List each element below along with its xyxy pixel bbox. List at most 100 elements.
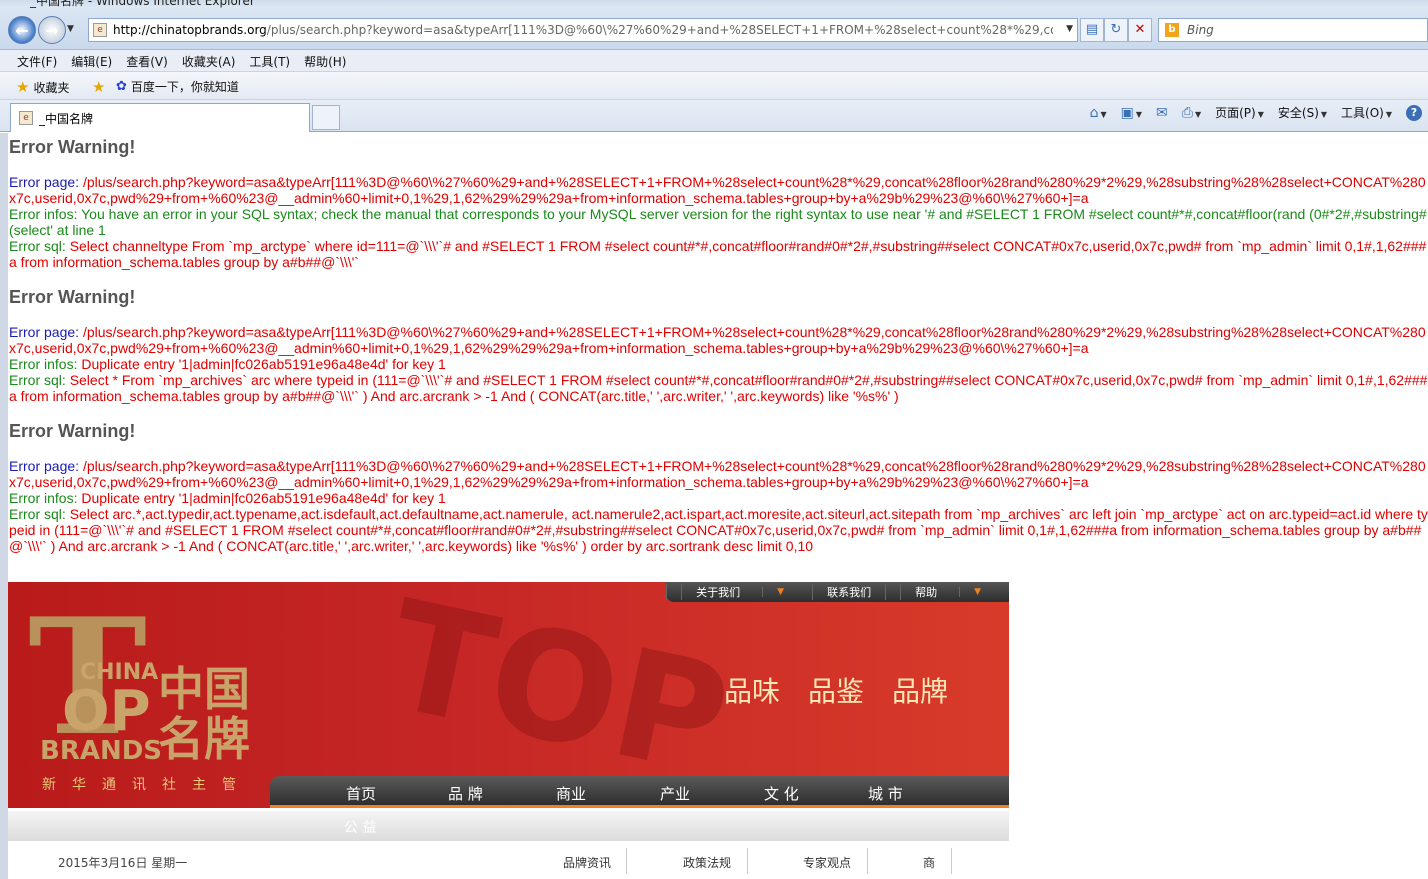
error-sql-value: Select * From `mp_archives` arc where ty… — [9, 372, 1428, 404]
print-icon: ⎙ — [1181, 104, 1193, 121]
error-sql-label: Error sql: — [9, 372, 66, 388]
error-infos-label: Error infos: — [9, 490, 78, 506]
print-button[interactable]: ⎙ ▼ — [1182, 105, 1201, 121]
error-page-label: Error page: — [9, 458, 80, 474]
tab-bar: e _中国名牌 ⌂ ▼ ▣ ▼ ✉ ⎙ ▼ 页面(P) ▼ 安全(S) ▼ 工具(O) ▼ … — [0, 100, 1428, 132]
divider — [867, 848, 868, 874]
safety-menu[interactable]: 安全(S) ▼ — [1278, 104, 1327, 121]
error-infos-value: Duplicate entry '1|admin|fc026ab5191e96a… — [81, 490, 446, 506]
error-block: Error Warning! Error page: /plus/search.… — [8, 421, 1428, 554]
favorite-link-baidu[interactable]: ✿ 百度一下，你就知道 — [116, 78, 239, 95]
slogan-item: 品牌 — [892, 675, 949, 708]
topnav-help[interactable]: 帮助 ▼ — [885, 584, 1009, 600]
nav-brand[interactable]: 品 牌 — [448, 783, 483, 804]
address-tools: ▤ ↻ ✕ — [1080, 18, 1152, 42]
link-business[interactable]: 商 — [923, 854, 935, 871]
site-logo[interactable]: T CHINA OP BRANDS 中国名牌 — [28, 597, 268, 782]
menu-help[interactable]: 帮助(H) — [297, 50, 353, 71]
nav-home[interactable]: 首页 — [346, 783, 376, 804]
slogan-item: 品味 — [724, 675, 781, 708]
print-dropdown-icon: ▼ — [1194, 109, 1202, 119]
menu-edit[interactable]: 编辑(E) — [64, 50, 119, 71]
site-info-bar: 2015年3月16日 星期一 品牌资讯 政策法规 专家观点 商 — [8, 844, 1009, 879]
menu-bar: 文件(F) 编辑(E) 查看(V) 收藏夹(A) 工具(T) 帮助(H) — [0, 50, 1428, 72]
error-infos-line: Error infos: Duplicate entry '1|admin|fc… — [9, 490, 1428, 506]
tab-page-icon: e — [19, 111, 33, 125]
nav-industry[interactable]: 产业 — [660, 783, 690, 804]
link-policy[interactable]: 政策法规 — [683, 854, 731, 871]
command-bar: ⌂ ▼ ▣ ▼ ✉ ⎙ ▼ 页面(P) ▼ 安全(S) ▼ 工具(O) ▼ ? — [1090, 104, 1428, 121]
site-main-nav: 首页 品 牌 商业 产业 文 化 城 市 — [270, 776, 1009, 808]
error-page-line: Error page: /plus/search.php?keyword=asa… — [9, 324, 1428, 356]
page-menu[interactable]: 页面(P) ▼ — [1215, 104, 1264, 121]
url-host: http://chinatopbrands.org — [113, 23, 267, 37]
home-button[interactable]: ⌂ ▼ — [1090, 105, 1107, 121]
star-icon: ★ — [16, 78, 30, 96]
error-block: Error Warning! Error page: /plus/search.… — [8, 287, 1428, 404]
site-top-nav: 关于我们 ▼ 联系我们 帮助 ▼ — [666, 582, 1009, 602]
error-infos-line: Error infos: Duplicate entry '1|admin|fc… — [9, 356, 1428, 372]
topnav-help-dropdown-icon: ▼ — [959, 587, 995, 597]
compat-view-icon[interactable]: ▤ — [1080, 18, 1104, 42]
tools-dropdown-icon: ▼ — [1385, 110, 1392, 119]
forward-button[interactable]: → — [38, 16, 66, 44]
slogan-item: 品鉴 — [808, 675, 865, 708]
error-infos-value: Duplicate entry '1|admin|fc026ab5191e96a… — [81, 356, 446, 372]
baidu-icon: ✿ — [116, 79, 127, 94]
favorite-link-label: 百度一下，你就知道 — [130, 80, 239, 94]
topnav-contact[interactable]: 联系我们 — [812, 584, 885, 600]
error-heading: Error Warning! — [9, 421, 136, 441]
link-expert-view[interactable]: 专家观点 — [803, 854, 851, 871]
menu-view[interactable]: 查看(V) — [119, 50, 175, 71]
topnav-help-label: 帮助 — [900, 584, 951, 600]
address-bar: ← → ▼ e http://chinatopbrands.org/plus/s… — [0, 8, 1428, 50]
new-tab-button[interactable] — [312, 105, 340, 130]
error-infos-value: You have an error in your SQL syntax; ch… — [9, 206, 1427, 238]
favorites-button[interactable]: ★ 收藏夹 — [16, 78, 69, 96]
stop-icon[interactable]: ✕ — [1128, 18, 1152, 42]
nav-business[interactable]: 商业 — [556, 783, 586, 804]
logo-op: OP — [62, 679, 151, 744]
url-text[interactable]: http://chinatopbrands.org/plus/search.ph… — [113, 23, 1053, 37]
tools-menu[interactable]: 工具(O) ▼ — [1341, 104, 1392, 121]
menu-favorites[interactable]: 收藏夹(A) — [175, 50, 243, 71]
error-sql-label: Error sql: — [9, 506, 66, 522]
menu-tools[interactable]: 工具(T) — [242, 50, 297, 71]
error-page-value: /plus/search.php?keyword=asa&typeArr[111… — [9, 324, 1426, 356]
page-dropdown-icon: ▼ — [1257, 110, 1264, 119]
site-banner: TOP 关于我们 ▼ 联系我们 帮助 ▼ T CHINA OP BRANDS 中国名… — [8, 582, 1009, 808]
url-dropdown-icon[interactable]: ▼ — [1066, 24, 1073, 34]
history-dropdown-icon[interactable]: ▼ — [67, 24, 74, 34]
logo-subtitle: 新华通讯社主管 — [42, 777, 252, 793]
divider — [747, 848, 748, 874]
site-sub-nav: 公 益 — [8, 811, 1009, 841]
add-favorite-icon: ★ — [92, 78, 106, 96]
page-menu-label: 页面(P) — [1215, 106, 1256, 120]
nav-culture[interactable]: 文 化 — [764, 783, 799, 804]
add-favorite-button[interactable]: ★ — [92, 78, 105, 96]
window-titlebar: _中国名牌 - Windows Internet Explorer — [0, 0, 1428, 8]
error-block: Error Warning! Error page: /plus/search.… — [8, 137, 1428, 270]
nav-public-welfare[interactable]: 公 益 — [344, 817, 376, 837]
refresh-icon[interactable]: ↻ — [1104, 18, 1128, 42]
menu-file[interactable]: 文件(F) — [10, 50, 64, 71]
feeds-button[interactable]: ▣ ▼ — [1121, 105, 1142, 121]
tab-active[interactable]: e _中国名牌 — [10, 103, 310, 132]
nav-city[interactable]: 城 市 — [868, 783, 903, 804]
tools-menu-label: 工具(O) — [1341, 106, 1384, 120]
safety-dropdown-icon: ▼ — [1320, 110, 1328, 119]
error-sql-line: Error sql: Select * From `mp_archives` a… — [9, 372, 1428, 404]
rss-icon: ▣ — [1120, 104, 1134, 121]
url-input[interactable]: e http://chinatopbrands.org/plus/search.… — [88, 18, 1078, 42]
help-icon[interactable]: ? — [1406, 104, 1422, 121]
mail-icon: ✉ — [1156, 104, 1168, 121]
back-button[interactable]: ← — [8, 16, 36, 44]
search-input[interactable]: b Bing — [1158, 18, 1428, 42]
feeds-dropdown-icon: ▼ — [1135, 109, 1143, 119]
topnav-about[interactable]: 关于我们 ▼ — [666, 584, 812, 600]
topnav-about-label: 关于我们 — [681, 584, 754, 600]
mail-button[interactable]: ✉ — [1156, 105, 1168, 121]
link-brand-news[interactable]: 品牌资讯 — [563, 854, 611, 871]
search-placeholder: Bing — [1187, 23, 1214, 37]
error-page-value: /plus/search.php?keyword=asa&typeArr[111… — [9, 458, 1426, 490]
